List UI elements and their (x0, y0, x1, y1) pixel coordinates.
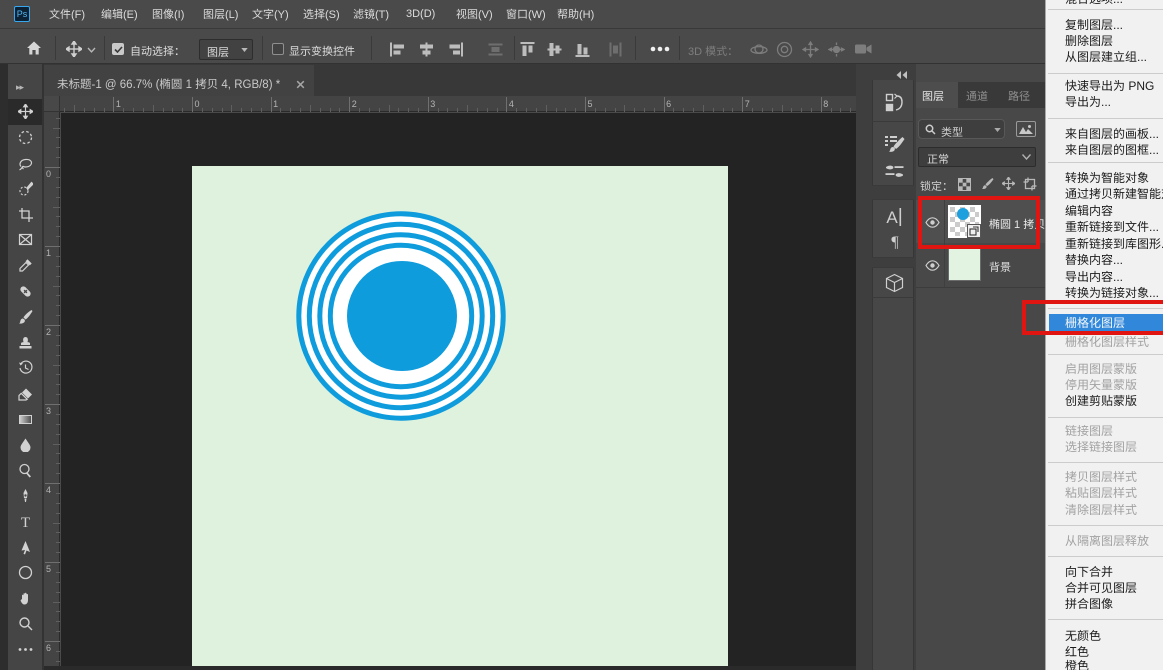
svg-text:¶: ¶ (891, 234, 899, 251)
svg-text:T: T (21, 515, 30, 529)
svg-text:A: A (886, 208, 898, 227)
